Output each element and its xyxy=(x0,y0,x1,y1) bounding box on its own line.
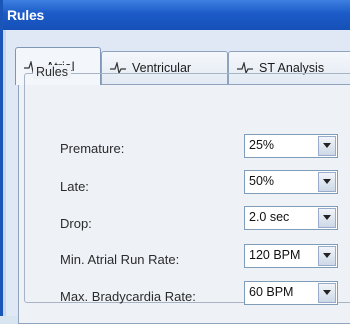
drop-value: 2.0 sec xyxy=(249,210,290,224)
min-atrial-run-rate-label: Min. Atrial Run Rate: xyxy=(60,252,180,267)
late-select[interactable]: 50% xyxy=(244,170,338,194)
chevron-down-icon xyxy=(323,215,331,220)
premature-label: Premature: xyxy=(60,141,125,156)
premature-dropdown-button[interactable] xyxy=(318,136,336,156)
late-label: Late: xyxy=(60,179,89,194)
late-dropdown-button[interactable] xyxy=(318,172,336,192)
min-atrial-run-rate-select[interactable]: 120 BPM xyxy=(244,244,338,268)
max-bradycardia-rate-select[interactable]: 60 BPM xyxy=(244,281,338,305)
max-bradycardia-rate-dropdown-button[interactable] xyxy=(318,283,336,303)
drop-dropdown-button[interactable] xyxy=(318,208,336,228)
drop-select[interactable]: 2.0 sec xyxy=(244,206,338,230)
window-client-area: Atrial Ventricular ST Analysis Rules Pre… xyxy=(6,30,350,324)
window-title: Rules xyxy=(7,7,45,23)
max-bradycardia-rate-label: Max. Bradycardia Rate: xyxy=(60,289,196,304)
late-value: 50% xyxy=(249,174,275,188)
min-atrial-run-rate-value: 120 BPM xyxy=(249,248,301,262)
chevron-down-icon xyxy=(323,253,331,258)
min-atrial-run-rate-dropdown-button[interactable] xyxy=(318,246,336,266)
title-bar[interactable]: Rules xyxy=(3,0,350,30)
premature-select[interactable]: 25% xyxy=(244,134,338,158)
groupbox-label: Rules xyxy=(33,65,71,79)
drop-label: Drop: xyxy=(60,216,92,231)
rules-window: Rules Atrial Ventricular ST Analysis Rul… xyxy=(0,0,350,324)
max-bradycardia-rate-value: 60 BPM xyxy=(249,285,294,299)
chevron-down-icon xyxy=(323,143,331,148)
chevron-down-icon xyxy=(323,179,331,184)
chevron-down-icon xyxy=(323,290,331,295)
premature-value: 25% xyxy=(249,138,275,152)
